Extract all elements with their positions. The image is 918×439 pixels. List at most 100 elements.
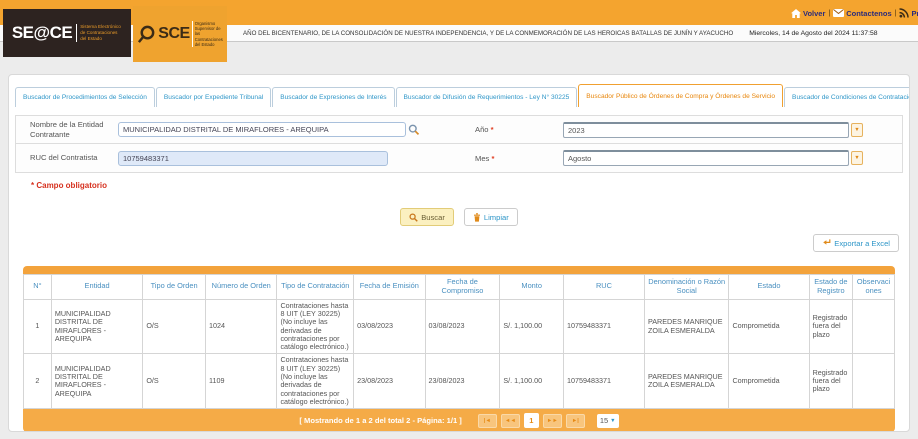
main-panel: Buscador de Procedimientos de Selección B… <box>8 74 910 432</box>
table-cell: MUNICIPALIDAD DISTRITAL DE MIRAFLORES - … <box>50 298 144 355</box>
page-size-select[interactable]: 15 ▼ <box>596 413 619 428</box>
first-page-button[interactable]: |◄ <box>477 413 497 428</box>
table-cell: 23/08/2023 <box>424 353 501 410</box>
tab-bar: Buscador de Procedimientos de Selección B… <box>15 83 909 107</box>
ruc-label: RUC del Contratista <box>30 153 98 163</box>
pagination-summary: [ Mostrando de 1 a 2 del total 2 - Págin… <box>299 416 462 426</box>
topbar-link-preguntas-frecuentes[interactable]: Preguntas Frecuentes <box>899 8 918 18</box>
table-cell <box>852 298 895 355</box>
tab-procedimientos-seleccion[interactable]: Buscador de Procedimientos de Selección <box>15 87 155 107</box>
entidad-input[interactable] <box>118 122 406 137</box>
table-cell: 2 <box>23 353 52 410</box>
results-table: N° Entidad Tipo de Orden Número de Orden Tip… <box>23 274 895 410</box>
search-icon <box>409 212 419 222</box>
table-cell: 23/08/2023 <box>353 353 426 410</box>
chevron-down-icon: ▼ <box>610 417 616 424</box>
ruc-input[interactable] <box>118 150 388 166</box>
topbar-link-contactenos[interactable]: Contactenos <box>833 8 892 18</box>
table-cell: O/S <box>142 353 207 410</box>
trash-icon <box>473 212 481 222</box>
tab-ordenes-compra-servicio[interactable]: Buscador Público de Órdenes de Compra y … <box>578 84 784 107</box>
chevron-down-icon[interactable]: ▼ <box>851 122 863 137</box>
pagination-bar: [ Mostrando de 1 a 2 del total 2 - Págin… <box>23 409 895 431</box>
column-header: Fecha de Emisión <box>353 274 426 300</box>
anio-select[interactable]: 2023 <box>563 121 849 138</box>
mes-select[interactable]: Agosto <box>563 150 849 166</box>
prev-page-button[interactable]: ◄◄ <box>500 413 520 428</box>
table-cell: 03/08/2023 <box>424 298 501 355</box>
column-header: Número de Orden <box>205 274 278 300</box>
table-cell: 1 <box>23 298 52 355</box>
table-cell: 1024 <box>205 298 278 355</box>
export-row: Exportar a Excel <box>15 234 903 252</box>
osce-logo-title: SCE <box>158 25 190 42</box>
table-cell: Registrado fuera del plazo <box>808 298 854 355</box>
table-cell: Comprometida <box>728 353 810 410</box>
results-table-container: N° Entidad Tipo de Orden Número de Orden Tip… <box>23 266 895 431</box>
table-cell: Registrado fuera del plazo <box>808 353 854 410</box>
seace-logo[interactable]: SE@CE Sistema Electrónico de Contratacio… <box>3 9 131 57</box>
table-cell: Contrataciones hasta 8 UIT (LEY 30225)(N… <box>276 353 355 410</box>
table-cell: S/. 1,100.00 <box>499 353 564 410</box>
export-icon <box>822 239 831 247</box>
topbar-link-label: Volver <box>803 8 826 18</box>
table-cell: 03/08/2023 <box>353 298 426 355</box>
exportar-excel-button[interactable]: Exportar a Excel <box>813 234 899 252</box>
seace-logo-subtitle: Sistema Electrónico de Contrataciones de… <box>76 24 122 42</box>
required-asterisk: * <box>490 125 494 134</box>
current-datetime: Miercoles, 14 de Agosto del 2024 11:37:5… <box>749 29 878 37</box>
required-field-note: * Campo obligatorio <box>31 181 107 190</box>
table-cell: 1109 <box>205 353 278 410</box>
current-page-button[interactable]: 1 <box>523 413 539 429</box>
column-header: Estado <box>728 274 810 300</box>
tab-expediente-tribunal[interactable]: Buscador por Expediente Tribunal <box>155 87 272 107</box>
osce-logo-subtitle: Organismo Supervisor de las Contratacion… <box>191 20 223 48</box>
last-page-button[interactable]: ►| <box>565 413 585 428</box>
topbar-link-volver[interactable]: Volver <box>791 8 826 18</box>
column-header: Estado de Registro <box>808 274 854 300</box>
table-cell <box>852 353 895 410</box>
rss-icon <box>899 8 910 18</box>
column-header: Denominación o Razón Social <box>643 274 730 300</box>
limpiar-button[interactable]: Limpiar <box>463 208 518 226</box>
table-cell: 10759483371 <box>562 298 645 355</box>
seace-logo-title: SE@CE <box>11 23 73 42</box>
search-form: Nombre de la Entidad Contratante Año * 2… <box>15 115 903 173</box>
tab-difusion-requerimientos[interactable]: Buscador de Difusión de Requerimientos -… <box>395 87 578 107</box>
table-top-strip <box>23 266 895 274</box>
form-row-entidad: Nombre de la Entidad Contratante Año * 2… <box>15 115 903 144</box>
magnifier-logo-icon <box>137 25 156 44</box>
topbar-link-label: Contactenos <box>846 8 892 18</box>
home-icon <box>791 8 801 18</box>
column-header: Observaciones <box>852 274 895 300</box>
column-header: Tipo de Orden <box>142 274 207 300</box>
official-motto: AÑO DEL BICENTENARIO, DE LA CONSOLIDACIÓ… <box>243 29 734 37</box>
required-asterisk: * <box>491 153 495 163</box>
chevron-down-icon[interactable]: ▼ <box>851 151 863 165</box>
column-header: RUC <box>562 274 645 300</box>
mail-icon <box>833 9 845 17</box>
anio-label: Año * <box>475 125 494 134</box>
column-header: Tipo de Contratación <box>276 274 355 300</box>
topbar-link-label: Preguntas Frecuentes <box>911 8 918 18</box>
table-cell: PAREDES MANRIQUE ZOILA ESMERALDA <box>643 298 730 355</box>
column-header: Fecha de Compromiso <box>424 274 501 300</box>
link-separator: | <box>828 9 831 17</box>
mes-label: Mes * <box>475 153 495 163</box>
tab-condiciones-contratacion[interactable]: Buscador de Condiciones de Contratación <box>784 87 909 107</box>
buscar-button[interactable]: Buscar <box>400 208 454 226</box>
table-cell: PAREDES MANRIQUE ZOILA ESMERALDA <box>643 353 730 410</box>
table-cell: S/. 1,100.00 <box>499 298 564 355</box>
table-row: 2 MUNICIPALIDAD DISTRITAL DE MIRAFLORES -… <box>23 353 895 410</box>
form-row-ruc: RUC del Contratista Mes * Agosto ▼ <box>15 144 903 173</box>
table-cell: MUNICIPALIDAD DISTRITAL DE MIRAFLORES - … <box>50 353 144 410</box>
table-row: 1 MUNICIPALIDAD DISTRITAL DE MIRAFLORES -… <box>23 298 895 355</box>
tab-expresiones-interes[interactable]: Buscador de Expresiones de Interés <box>272 87 395 107</box>
search-lens-icon[interactable] <box>408 124 420 136</box>
next-page-button[interactable]: ►► <box>542 413 562 428</box>
table-cell: Contrataciones hasta 8 UIT (LEY 30225)(N… <box>276 298 355 355</box>
topbar-links: Volver|Contactenos|Preguntas Frecuentes <box>791 6 918 20</box>
column-header: Monto <box>499 274 564 300</box>
column-header: N° <box>23 274 52 300</box>
osce-logo[interactable]: SCE Organismo Supervisor de las Contrata… <box>133 6 227 62</box>
